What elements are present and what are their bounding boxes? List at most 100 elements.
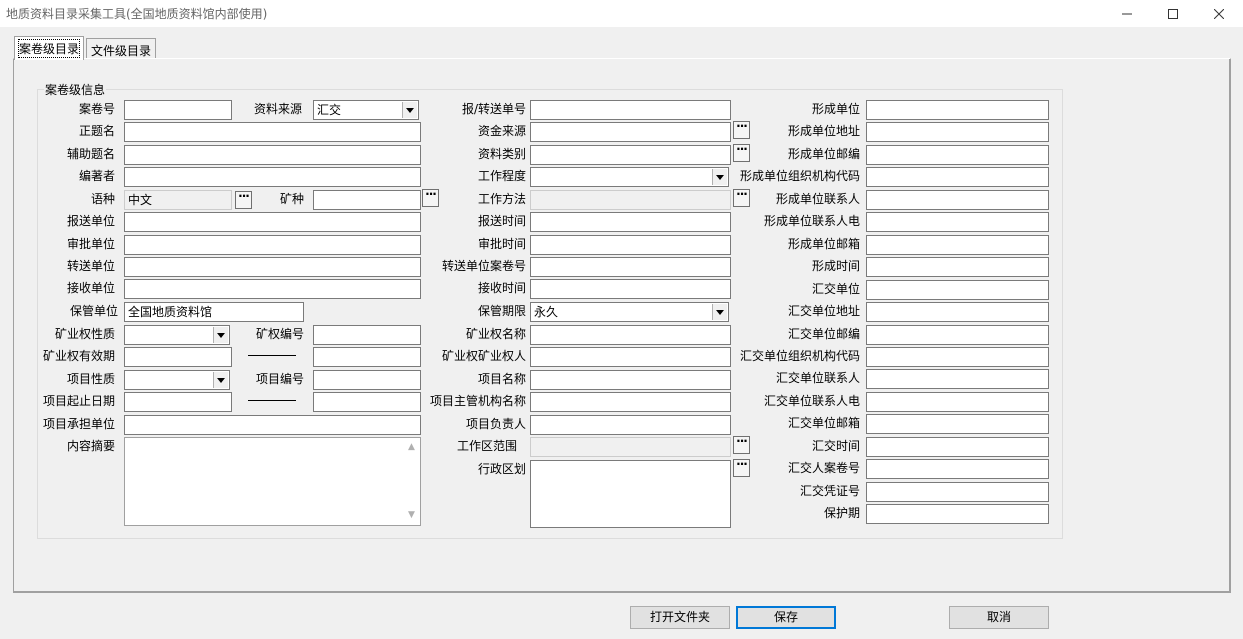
- submit-unit-input[interactable]: [124, 212, 421, 232]
- mining-right-nature-select[interactable]: [124, 325, 230, 345]
- mineral-label: 矿种: [279, 192, 304, 206]
- subtitle-input[interactable]: [124, 145, 421, 165]
- tab-file-level[interactable]: 文件级目录: [86, 38, 157, 60]
- maximize-button[interactable]: [1150, 0, 1196, 27]
- project-no-input[interactable]: [313, 370, 421, 390]
- project-nature-select[interactable]: [124, 370, 230, 390]
- author-input[interactable]: [124, 167, 421, 187]
- cancel-button[interactable]: 取消: [949, 606, 1049, 629]
- col3-input-0[interactable]: [866, 100, 1049, 120]
- mining-right-name-label: 矿业权名称: [465, 327, 526, 341]
- title-input[interactable]: [124, 122, 421, 142]
- col3-label-3: 形成单位组织机构代码: [739, 169, 860, 183]
- col3-input-12[interactable]: [866, 369, 1049, 389]
- col3-input-5[interactable]: [866, 212, 1049, 232]
- project-undertaker-input[interactable]: [124, 415, 421, 435]
- minimize-icon: [1122, 9, 1132, 19]
- scroll-down-icon[interactable]: ▼: [408, 511, 415, 520]
- retention-period-select[interactable]: 永久: [530, 302, 729, 322]
- minimize-button[interactable]: [1104, 0, 1150, 27]
- source-select[interactable]: 汇交: [313, 100, 419, 120]
- work-method-input[interactable]: [530, 190, 731, 210]
- language-input[interactable]: 中文: [124, 190, 232, 210]
- col3-input-13[interactable]: [866, 392, 1049, 412]
- admin-region-textarea[interactable]: [530, 460, 731, 528]
- col3-input-18[interactable]: [866, 504, 1049, 524]
- col3-input-2[interactable]: [866, 145, 1049, 165]
- save-button[interactable]: 保存: [736, 606, 836, 629]
- dropdown-arrow-icon[interactable]: [213, 372, 228, 388]
- open-folder-button[interactable]: 打开文件夹: [630, 606, 730, 629]
- col3-input-3[interactable]: [866, 167, 1049, 187]
- project-leader-input[interactable]: [530, 415, 731, 435]
- source-select-value: 汇交: [317, 103, 342, 117]
- project-name-input[interactable]: [530, 370, 731, 390]
- project-authority-label: 项目主管机构名称: [429, 394, 526, 408]
- approve-time-label: 审批时间: [477, 237, 526, 251]
- col3-label-18: 保护期: [823, 506, 860, 520]
- dropdown-arrow-icon[interactable]: [213, 327, 228, 343]
- project-period-end-input[interactable]: [313, 392, 421, 412]
- report-no-label: 报/转送单号: [461, 102, 526, 116]
- col3-label-6: 形成单位邮箱: [787, 237, 860, 251]
- work-degree-select[interactable]: [530, 167, 729, 187]
- col3-label-13: 汇交单位联系人电: [763, 394, 860, 408]
- col3-input-1[interactable]: [866, 122, 1049, 142]
- project-leader-label: 项目负责人: [465, 417, 526, 431]
- abstract-textarea[interactable]: ▲ ▼: [124, 437, 421, 526]
- transfer-unit-input[interactable]: [124, 257, 421, 277]
- receive-time-input[interactable]: [530, 279, 731, 299]
- mining-right-validity-end-input[interactable]: [313, 347, 421, 367]
- project-period-start-input[interactable]: [124, 392, 232, 412]
- dropdown-arrow-icon[interactable]: [712, 169, 727, 185]
- receive-unit-input[interactable]: [124, 279, 421, 299]
- data-category-input[interactable]: [530, 145, 731, 165]
- mining-right-no-input[interactable]: [313, 325, 421, 345]
- range-dash: [248, 355, 296, 356]
- case-no-label: 案卷号: [78, 102, 115, 116]
- project-no-label: 项目编号: [255, 372, 304, 386]
- abstract-scrollbar[interactable]: ▲ ▼: [404, 438, 420, 525]
- fund-source-input[interactable]: [530, 122, 731, 142]
- mining-right-validity-start-input[interactable]: [124, 347, 232, 367]
- col3-input-10[interactable]: [866, 325, 1049, 345]
- transfer-case-no-label: 转送单位案卷号: [441, 259, 526, 273]
- custody-unit-input[interactable]: 全国地质资料馆: [124, 302, 304, 322]
- dropdown-arrow-icon[interactable]: [712, 304, 727, 320]
- author-label: 编著者: [78, 169, 115, 183]
- col3-input-4[interactable]: [866, 190, 1049, 210]
- col3-input-16[interactable]: [866, 459, 1049, 479]
- scroll-up-icon[interactable]: ▲: [408, 443, 415, 452]
- mining-right-name-input[interactable]: [530, 325, 731, 345]
- col3-input-14[interactable]: [866, 414, 1049, 434]
- work-area-input[interactable]: [530, 437, 731, 457]
- mining-right-validity-label: 矿业权有效期: [42, 349, 115, 363]
- mining-right-holder-input[interactable]: [530, 347, 731, 367]
- col3-input-8[interactable]: [866, 280, 1049, 300]
- work-degree-label: 工作程度: [477, 169, 526, 183]
- col3-input-6[interactable]: [866, 235, 1049, 255]
- col3-label-7: 形成时间: [811, 259, 860, 273]
- case-no-input[interactable]: [124, 100, 232, 120]
- submit-time-label: 报送时间: [477, 214, 526, 228]
- tab-case-level[interactable]: 案卷级目录: [14, 36, 85, 60]
- col3-input-17[interactable]: [866, 482, 1049, 502]
- project-authority-input[interactable]: [530, 392, 731, 412]
- col3-input-15[interactable]: [866, 437, 1049, 457]
- submit-time-input[interactable]: [530, 212, 731, 232]
- mineral-input[interactable]: [313, 190, 421, 210]
- col3-input-11[interactable]: [866, 347, 1049, 367]
- submit-unit-label: 报送单位: [66, 214, 115, 228]
- col3-input-7[interactable]: [866, 257, 1049, 277]
- approve-unit-label: 审批单位: [66, 237, 115, 251]
- dropdown-arrow-icon[interactable]: [402, 102, 417, 118]
- close-button[interactable]: [1196, 0, 1242, 27]
- approve-unit-input[interactable]: [124, 235, 421, 255]
- data-category-label: 资料类别: [477, 147, 526, 161]
- transfer-case-no-input[interactable]: [530, 257, 731, 277]
- col3-label-1: 形成单位地址: [787, 124, 860, 138]
- approve-time-input[interactable]: [530, 235, 731, 255]
- col3-input-9[interactable]: [866, 302, 1049, 322]
- report-no-input[interactable]: [530, 100, 731, 120]
- col3-label-12: 汇交单位联系人: [775, 371, 860, 385]
